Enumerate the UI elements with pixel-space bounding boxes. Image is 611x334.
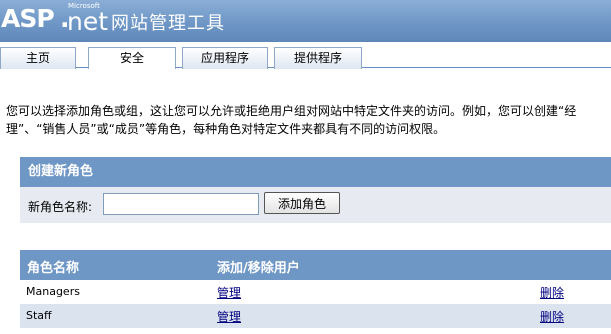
tab-application[interactable]: 应用程序 — [182, 47, 268, 69]
tab-security[interactable]: 安全 — [88, 47, 176, 69]
create-role-title: 创建新角色 — [20, 157, 611, 187]
app-title: 网站管理工具 — [111, 13, 225, 34]
create-role-panel: 创建新角色 新角色名称: 添加角色 — [20, 157, 611, 223]
delete-link[interactable]: 删除 — [540, 308, 564, 325]
delete-link[interactable]: 删除 — [540, 284, 564, 301]
col-add-remove-users: 添加/移除用户 — [217, 261, 300, 276]
col-role-name: 角色名称 — [27, 261, 80, 276]
role-name-cell: Managers — [26, 285, 80, 298]
logo-asp-text: ASP — [1, 4, 55, 33]
table-row: Staff 管理 删除 — [20, 304, 611, 328]
tab-home[interactable]: 主页 — [0, 47, 76, 69]
roles-table: 角色名称 添加/移除用户 Managers 管理 删除 Staff 管理 删除 — [20, 250, 611, 328]
roles-table-header: 角色名称 添加/移除用户 — [20, 250, 611, 280]
app-header: ASP . Microsoft net 网站管理工具 — [0, 0, 611, 42]
manage-link[interactable]: 管理 — [217, 308, 241, 325]
intro-text: 您可以选择添加角色或组，这让您可以允许或拒绝用户组对网站中特定文件夹的访问。例如… — [6, 104, 577, 136]
tab-provider[interactable]: 提供程序 — [274, 47, 362, 69]
create-role-body: 新角色名称: 添加角色 — [20, 187, 611, 223]
role-name-label: 新角色名称: — [28, 200, 93, 214]
manage-link[interactable]: 管理 — [217, 284, 241, 301]
role-name-input[interactable] — [103, 193, 259, 215]
role-name-cell: Staff — [26, 309, 52, 322]
tab-bar: 主页 安全 应用程序 提供程序 — [0, 42, 611, 69]
logo-net-text: net — [67, 7, 109, 36]
add-role-button[interactable]: 添加角色 — [264, 192, 340, 214]
table-row: Managers 管理 删除 — [20, 280, 611, 304]
